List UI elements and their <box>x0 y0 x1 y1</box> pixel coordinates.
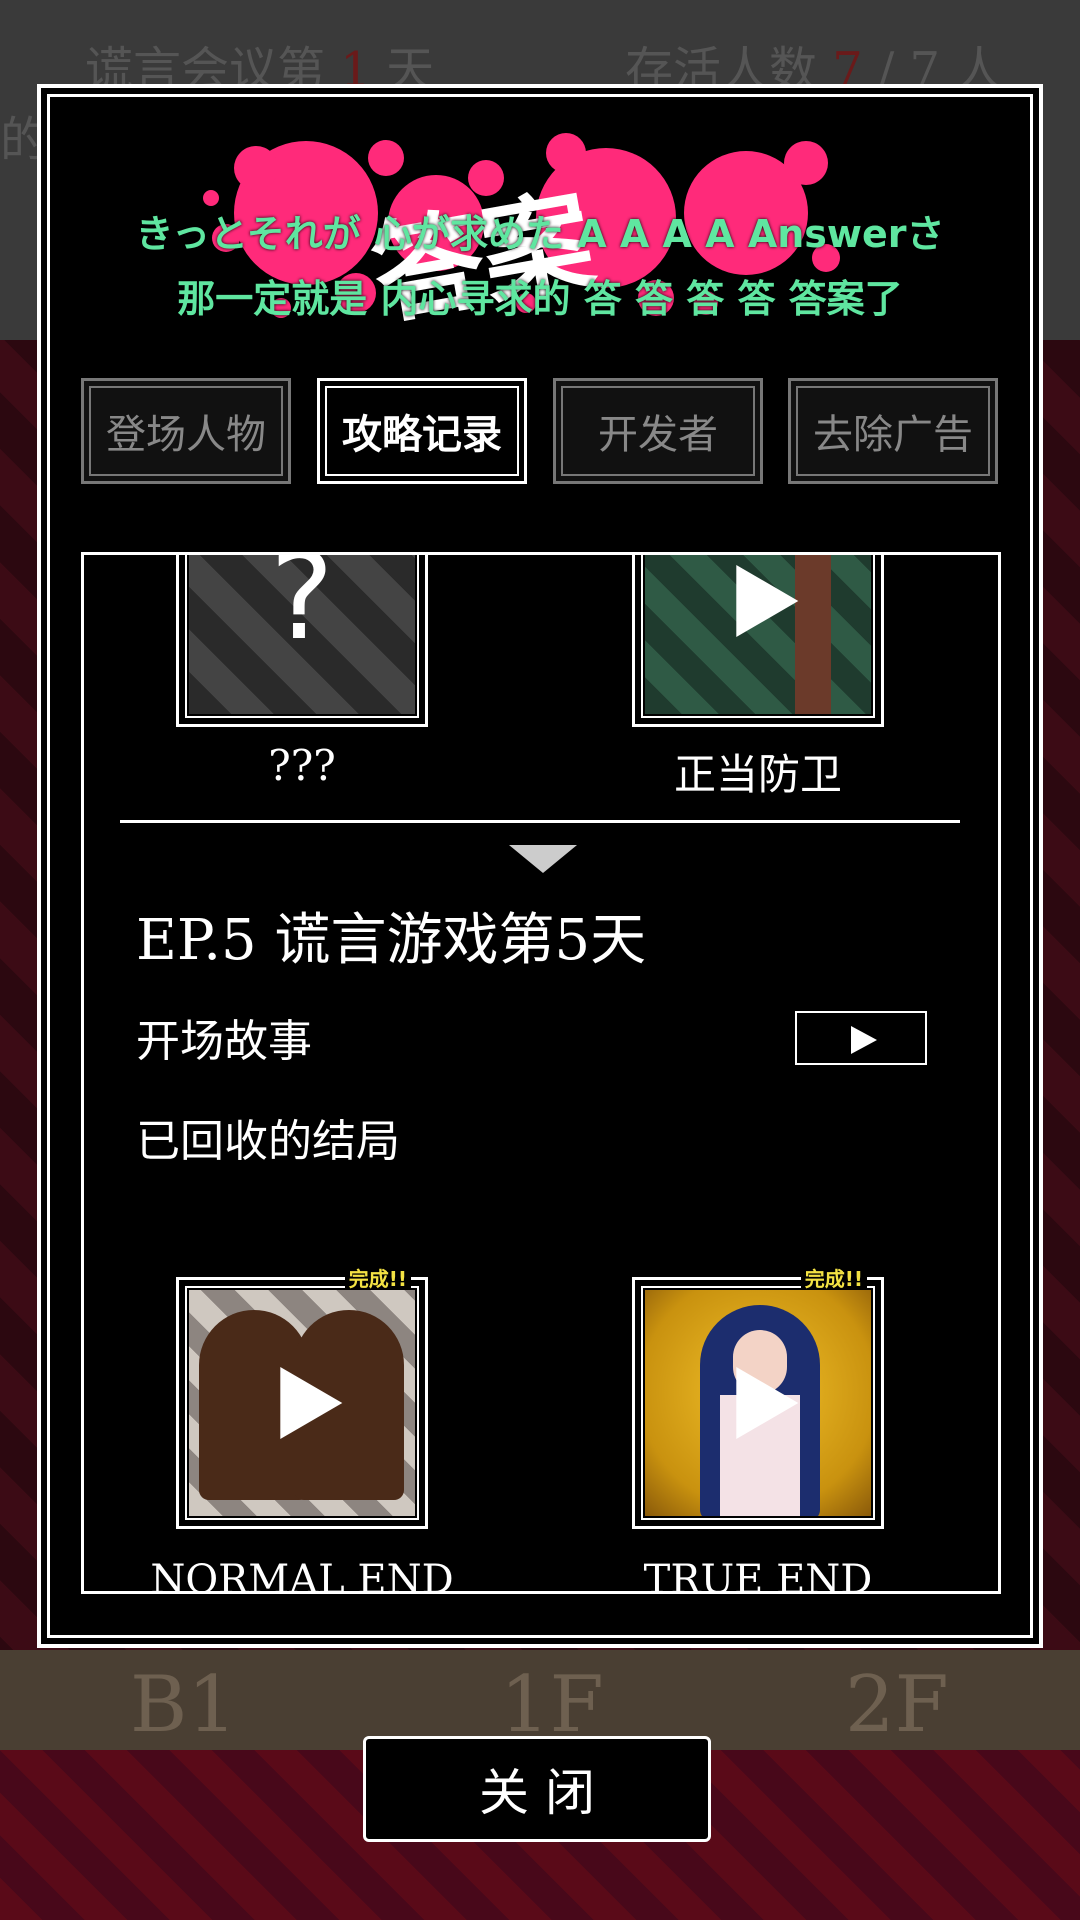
floor-2f: 2F <box>845 1660 949 1750</box>
completed-badge: 完成!! <box>800 1266 867 1292</box>
play-icon <box>851 1026 877 1054</box>
close-button-label: 关 闭 <box>479 1764 595 1822</box>
tab-remove-ads-label: 去除广告 <box>813 412 973 458</box>
close-button[interactable]: 关 闭 <box>363 1736 711 1842</box>
ending-thumbnail-unknown[interactable]: ? <box>176 552 428 727</box>
ending-thumbnail-true-end[interactable]: 完成!! <box>632 1266 884 1529</box>
ending-thumbnail-normal-end[interactable]: 完成!! <box>176 1266 428 1529</box>
records-scroll-panel[interactable]: ? ??? 正当防卫 EP.5 谎言游戏第5天 开场故事 已回收的结局 完成!! <box>81 552 1001 1594</box>
tab-developer-label: 开发者 <box>598 412 718 458</box>
ending-label-true-end: TRUE END <box>643 1557 873 1594</box>
opening-story-play-button[interactable] <box>795 1011 927 1065</box>
section-divider <box>120 820 960 823</box>
tab-characters-label: 登场人物 <box>106 412 266 458</box>
tab-developer[interactable]: 开发者 <box>553 378 763 484</box>
tab-walkthrough-records-label: 攻略记录 <box>342 411 502 458</box>
opening-story-label: 开场故事 <box>136 1016 312 1067</box>
self-defense-ending-image <box>645 555 871 714</box>
normal-end-image <box>189 1290 415 1516</box>
ending-label-self-defense: 正当防卫 <box>673 750 842 799</box>
completed-badge: 完成!! <box>344 1266 411 1292</box>
play-icon <box>280 1367 343 1439</box>
floor-b1: B1 <box>130 1660 237 1750</box>
play-icon <box>736 1367 799 1439</box>
dialog-tab-bar: 登场人物 攻略记录 开发者 去除广告 <box>81 378 1001 488</box>
banner-subtitle-japanese: きっとそれが 心が求めた A A A A Answerさ <box>135 212 945 256</box>
rope-graphic <box>795 555 831 714</box>
unknown-ending-image: ? <box>189 552 415 714</box>
question-mark-icon: ? <box>270 552 334 667</box>
records-dialog: 答案 きっとそれが 心が求めた A A A A Answerさ 那一定就是 内心… <box>37 84 1043 1648</box>
tab-walkthrough-records[interactable]: 攻略记录 <box>317 378 527 484</box>
answer-logo-banner: 答案 きっとそれが 心が求めた A A A A Answerさ 那一定就是 内心… <box>41 108 1039 368</box>
banner-subtitle-chinese: 那一定就是 内心寻求的 答 答 答 答 答案了 <box>177 277 903 321</box>
ending-label-normal-end: NORMAL END <box>150 1557 454 1594</box>
true-end-image <box>645 1290 871 1516</box>
play-icon <box>736 565 799 637</box>
tab-remove-ads[interactable]: 去除广告 <box>788 378 998 484</box>
tab-characters[interactable]: 登场人物 <box>81 378 291 484</box>
collected-endings-label: 已回收的结局 <box>136 1116 400 1167</box>
episode-title: EP.5 谎言游戏第5天 <box>136 908 647 973</box>
ending-thumbnail-self-defense[interactable] <box>632 555 884 727</box>
chevron-down-icon <box>509 845 577 873</box>
ending-label-unknown: ??? <box>268 741 336 790</box>
